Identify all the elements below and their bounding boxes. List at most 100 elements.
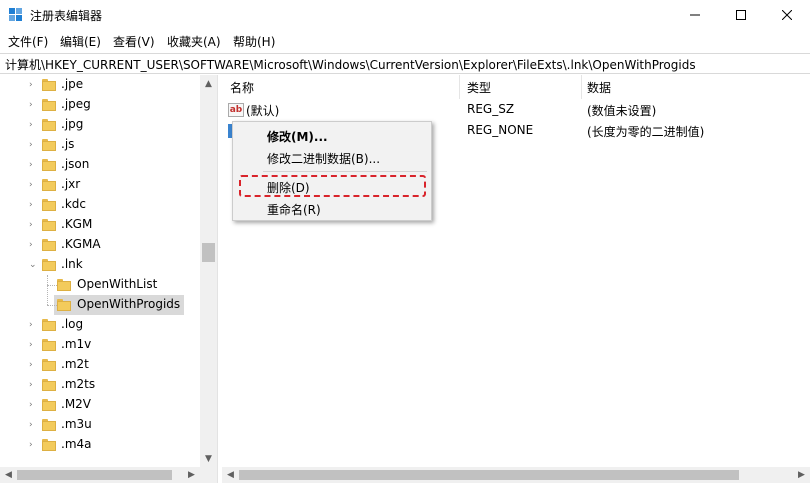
column-header-name[interactable]: 名称 xyxy=(230,75,254,99)
tree-item[interactable]: › .m2ts xyxy=(0,375,200,395)
folder-icon xyxy=(42,439,56,451)
collapsed-arrow-icon[interactable]: › xyxy=(29,95,39,115)
close-button[interactable] xyxy=(764,0,810,30)
folder-icon xyxy=(42,179,56,191)
key-tree-pane[interactable]: › .jpe › .jpeg › .jpg › .js › .json › .jxr › .kdc › .KG… xyxy=(0,75,218,483)
tree-item-label: .jpeg xyxy=(61,97,91,111)
collapsed-arrow-icon[interactable]: › xyxy=(29,155,39,175)
tree-horizontal-scrollbar[interactable]: ◀ ▶ xyxy=(0,467,217,483)
menu-item-modify[interactable]: 修改(M)... xyxy=(267,128,328,145)
delete-highlight-box xyxy=(239,175,426,197)
tree-scroll-thumb[interactable] xyxy=(202,243,215,262)
collapsed-arrow-icon[interactable]: › xyxy=(29,375,39,395)
folder-icon xyxy=(42,79,56,91)
tree-item-label: .m4a xyxy=(61,437,92,451)
values-hscroll-thumb[interactable] xyxy=(239,470,739,480)
tree-item[interactable]: › .m1v xyxy=(0,335,200,355)
scroll-up-arrow-icon[interactable]: ▲ xyxy=(200,75,217,92)
scroll-right-arrow-icon[interactable]: ▶ xyxy=(793,467,810,483)
collapsed-arrow-icon[interactable]: › xyxy=(29,115,39,135)
tree-item[interactable]: › .json xyxy=(0,155,200,175)
tree-item[interactable]: OpenWithList xyxy=(0,275,200,295)
folder-icon xyxy=(42,99,56,111)
tree-item[interactable]: › .jxr xyxy=(0,175,200,195)
tree-item[interactable]: › .KGMA xyxy=(0,235,200,255)
folder-icon xyxy=(42,259,56,271)
tree-item-label: .lnk xyxy=(61,257,83,271)
column-header-type[interactable]: 类型 xyxy=(467,75,491,99)
registry-editor-icon xyxy=(9,8,23,22)
string-value-icon: ab xyxy=(228,103,244,117)
column-divider[interactable] xyxy=(459,75,460,99)
tree-item[interactable]: › .js xyxy=(0,135,200,155)
scroll-left-arrow-icon[interactable]: ◀ xyxy=(222,467,239,483)
tree-item-label: .jpg xyxy=(61,117,84,131)
title-bar: 注册表编辑器 xyxy=(0,0,810,30)
tree-item[interactable]: › .m2t xyxy=(0,355,200,375)
minimize-button[interactable] xyxy=(672,0,718,30)
tree-item[interactable]: › .jpeg xyxy=(0,95,200,115)
scroll-down-arrow-icon[interactable]: ▼ xyxy=(200,450,217,467)
tree-hscroll-thumb[interactable] xyxy=(17,470,172,480)
tree-item-label: .m2t xyxy=(61,357,89,371)
tree-item-label: .js xyxy=(61,137,75,151)
scroll-left-arrow-icon[interactable]: ◀ xyxy=(0,467,17,483)
tree-item[interactable]: ⌄ .lnk xyxy=(0,255,200,275)
column-header-data[interactable]: 数据 xyxy=(587,75,611,99)
tree-item[interactable]: › .M2V xyxy=(0,395,200,415)
collapsed-arrow-icon[interactable]: › xyxy=(29,435,39,455)
tree-item[interactable]: › .m3u xyxy=(0,415,200,435)
collapsed-arrow-icon[interactable]: › xyxy=(29,215,39,235)
tree-item[interactable]: › .KGM xyxy=(0,215,200,235)
tree-item[interactable]: › .m4a xyxy=(0,435,200,455)
folder-icon xyxy=(42,239,56,251)
menu-help[interactable]: 帮助(H) xyxy=(233,33,275,50)
menu-item-rename[interactable]: 重命名(R) xyxy=(267,201,321,218)
tree-item-label: OpenWithList xyxy=(77,277,158,291)
menu-view[interactable]: 查看(V) xyxy=(113,33,155,50)
value-type: REG_SZ xyxy=(467,102,515,116)
collapsed-arrow-icon[interactable]: › xyxy=(29,175,39,195)
context-menu: 修改(M)... 修改二进制数据(B)... 删除(D) 重命名(R) xyxy=(232,121,432,221)
menu-bar: 文件(F) 编辑(E) 查看(V) 收藏夹(A) 帮助(H) xyxy=(0,30,810,52)
values-horizontal-scrollbar[interactable]: ◀ ▶ xyxy=(222,467,810,483)
tree-item-label: .KGM xyxy=(61,217,93,231)
collapsed-arrow-icon[interactable]: › xyxy=(29,395,39,415)
collapsed-arrow-icon[interactable]: › xyxy=(29,415,39,435)
menu-item-modify-binary[interactable]: 修改二进制数据(B)... xyxy=(267,150,380,167)
menu-favorites[interactable]: 收藏夹(A) xyxy=(167,33,221,50)
collapsed-arrow-icon[interactable]: › xyxy=(29,335,39,355)
folder-icon xyxy=(42,199,56,211)
address-bar[interactable]: 计算机\HKEY_CURRENT_USER\SOFTWARE\Microsoft… xyxy=(0,53,810,74)
collapsed-arrow-icon[interactable]: › xyxy=(29,355,39,375)
tree-vertical-scrollbar[interactable]: ▲ ▼ xyxy=(200,75,217,467)
value-name: (默认) xyxy=(246,104,280,118)
tree-item-label: .kdc xyxy=(61,197,86,211)
collapsed-arrow-icon[interactable]: › xyxy=(29,195,39,215)
scroll-right-arrow-icon[interactable]: ▶ xyxy=(183,467,200,483)
collapsed-arrow-icon[interactable]: › xyxy=(29,315,39,335)
folder-icon xyxy=(42,319,56,331)
column-divider[interactable] xyxy=(581,75,582,99)
value-data: (数值未设置) xyxy=(587,104,657,118)
minimize-icon xyxy=(690,14,700,16)
tree-item[interactable]: › .jpg xyxy=(0,115,200,135)
tree-item[interactable]: › .kdc xyxy=(0,195,200,215)
folder-icon xyxy=(42,359,56,371)
menu-edit[interactable]: 编辑(E) xyxy=(60,33,101,50)
tree-item-label: .m1v xyxy=(61,337,92,351)
collapsed-arrow-icon[interactable]: › xyxy=(29,75,39,95)
window-title: 注册表编辑器 xyxy=(30,9,103,23)
collapsed-arrow-icon[interactable]: › xyxy=(29,135,39,155)
value-row-default[interactable]: ab (默认) REG_SZ (数值未设置) xyxy=(222,100,810,120)
tree-item[interactable]: › .log xyxy=(0,315,200,335)
address-path[interactable]: 计算机\HKEY_CURRENT_USER\SOFTWARE\Microsoft… xyxy=(5,56,696,73)
collapsed-arrow-icon[interactable]: › xyxy=(29,235,39,255)
tree-item[interactable]: OpenWithProgids xyxy=(0,295,200,315)
tree-item[interactable]: › .jpe xyxy=(0,75,200,95)
folder-icon xyxy=(42,119,56,131)
maximize-button[interactable] xyxy=(718,0,764,30)
expanded-arrow-icon[interactable]: ⌄ xyxy=(29,255,39,275)
menu-file[interactable]: 文件(F) xyxy=(8,33,48,50)
tree-item-label: .jxr xyxy=(61,177,81,191)
